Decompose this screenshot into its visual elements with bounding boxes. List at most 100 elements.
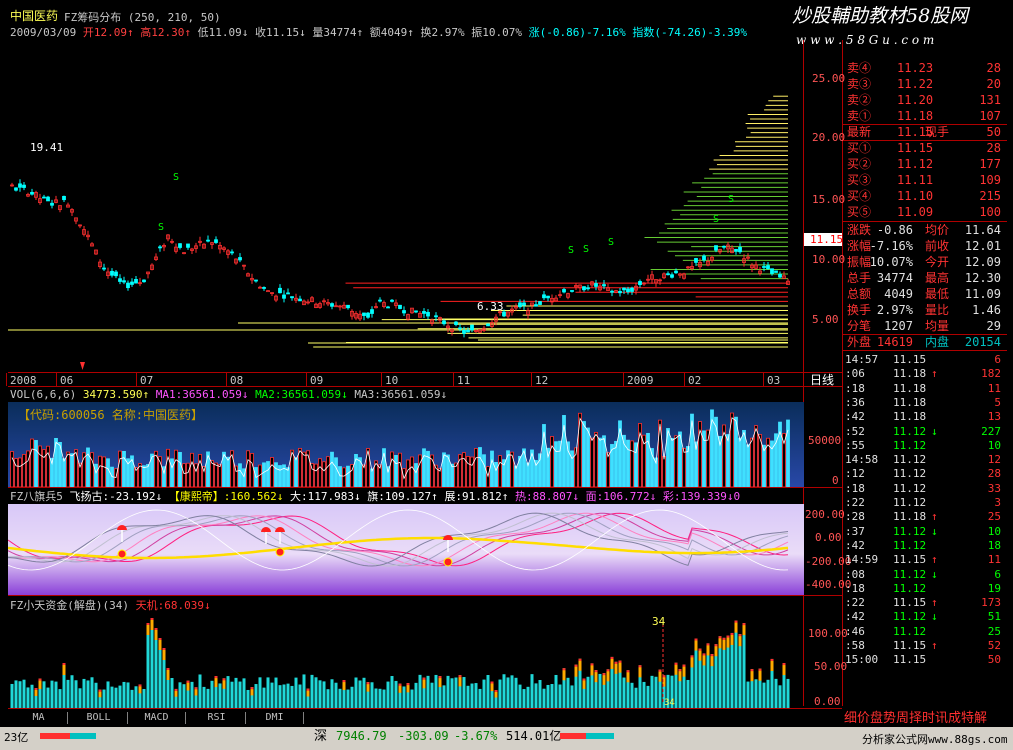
tab-macd[interactable]: MACD [128, 712, 186, 724]
fund-bar [50, 680, 54, 708]
fund-bar [258, 677, 262, 708]
vol-label: VOL(6,6,6) [10, 388, 77, 401]
ask-row: 卖③ 11.22 20 [843, 76, 1013, 92]
status-website[interactable]: 分析家公式网www.88gs.com [862, 733, 1007, 746]
fund-bar [474, 683, 478, 708]
volume-bar [166, 448, 170, 487]
fund-hot-cap [222, 678, 226, 681]
status-index-amount: 514.01亿 [506, 729, 562, 743]
fund-bar [94, 682, 98, 708]
stat-row: 振幅 10.07% 今开 12.09 [843, 254, 1013, 270]
fund-hot-cap [722, 637, 726, 640]
candle-body [30, 191, 34, 195]
fund-bar [514, 677, 518, 708]
tick-row: :06 11.18 ↑ 182 [843, 366, 1013, 381]
candle-body [594, 283, 598, 287]
volume-bar [66, 451, 70, 487]
price-chart[interactable]: SSS SSSS [8, 40, 804, 372]
candle-body [426, 311, 430, 317]
fund-bar [586, 676, 590, 708]
candle-body [214, 239, 218, 243]
candle-body [582, 286, 586, 291]
fund-bar [646, 685, 650, 708]
stock-name[interactable]: 中国医药 [10, 10, 58, 23]
fund-hot-cap [398, 683, 402, 686]
fund-bar [122, 681, 126, 708]
tick-price: 11.12 [893, 567, 927, 581]
tab-dmi[interactable]: DMI [246, 712, 304, 724]
stat-label-right: 量比 [925, 303, 950, 317]
candle-body [454, 321, 458, 325]
status-index-value: 7946.79 [336, 729, 387, 743]
fund-bar [142, 688, 146, 708]
flag-axis-200: 200.00 [805, 508, 845, 521]
flag-title: FZ八旗兵5 飞扬古:-23.192↓ 【康熙帝】:160.562↓ 大:117… [10, 490, 740, 503]
fund-hot-cap [490, 681, 494, 684]
stat-value-right: 12.09 [964, 255, 1001, 269]
tick-price: 11.15 [893, 353, 927, 366]
volume-bar [594, 431, 598, 487]
tick-price: 11.12 [893, 538, 927, 552]
flag-indicator-chart[interactable] [8, 504, 804, 595]
fund-chart[interactable] [8, 612, 804, 708]
fund-bar [362, 677, 366, 708]
fund-bar [310, 674, 314, 708]
candle-body [722, 245, 726, 248]
bid-price: 11.11 [897, 173, 934, 187]
bid-label: 买② [847, 157, 872, 171]
volume-bar [474, 448, 478, 487]
bid-volume: 100 [979, 205, 1001, 219]
tick-volume: 25 [987, 510, 1001, 524]
volume-bar [494, 461, 498, 487]
candle-body [330, 303, 334, 307]
tick-volume: 11 [987, 553, 1001, 567]
tick-price: 11.18 [893, 367, 927, 381]
bid-label: 买⑤ [847, 205, 872, 219]
candle-body [674, 270, 678, 274]
fund-bar [210, 680, 214, 708]
fund-bar [198, 674, 202, 708]
tab-rsi[interactable]: RSI [188, 712, 246, 724]
period-label[interactable]: 日线 [810, 374, 834, 387]
volume-bar [174, 449, 178, 487]
watermark-url: w w w . 5 8 G u . c o m [796, 33, 935, 47]
inner-value: 20154 [964, 335, 1001, 349]
tick-time: 14:57 [845, 353, 879, 366]
tab-boll[interactable]: BOLL [70, 712, 128, 724]
tick-price: 11.12 [893, 424, 927, 438]
tick-volume: 10 [987, 438, 1001, 452]
tick-time: :55 [845, 438, 865, 452]
candle-body [254, 279, 258, 282]
outer-inner-separator [843, 334, 1007, 335]
stat-value-right: 1.46 [972, 303, 1001, 317]
fund-hot-cap [422, 677, 426, 680]
quote-volume: 量34774↑ [312, 26, 364, 39]
fund-bar [326, 689, 330, 708]
volume-bar [346, 465, 350, 487]
fund-bar [482, 679, 486, 708]
quote-high: 高12.30↑ [140, 26, 191, 39]
fund-bar [330, 679, 334, 708]
fund-bar [298, 684, 302, 708]
volume-bar [330, 451, 334, 487]
candle-body [778, 274, 782, 278]
candle-body [262, 287, 266, 289]
flag-dot-icon [117, 549, 127, 559]
fund-bar [654, 676, 658, 708]
volume-bar [418, 454, 422, 487]
tick-row: :36 11.18 5 [843, 395, 1013, 410]
stat-row: 涨幅 -7.16% 前收 12.01 [843, 238, 1013, 254]
status-bar-meter-b [70, 733, 96, 739]
fund-hot-cap [342, 680, 346, 683]
fund-bar [278, 685, 282, 708]
tab-ma[interactable]: MA [10, 712, 68, 724]
fund-axis-0: 0.00 [814, 695, 841, 708]
tick-price: 11.15 [893, 653, 927, 667]
volume-bar [198, 454, 202, 487]
fund-bar [506, 677, 510, 708]
stat-label-right: 今开 [925, 255, 950, 269]
tick-row: 14:59 11.15 ↑ 11 [843, 552, 1013, 567]
status-market[interactable]: 深 [314, 729, 327, 744]
fund-bar [190, 681, 194, 708]
volume-bar [310, 463, 314, 487]
